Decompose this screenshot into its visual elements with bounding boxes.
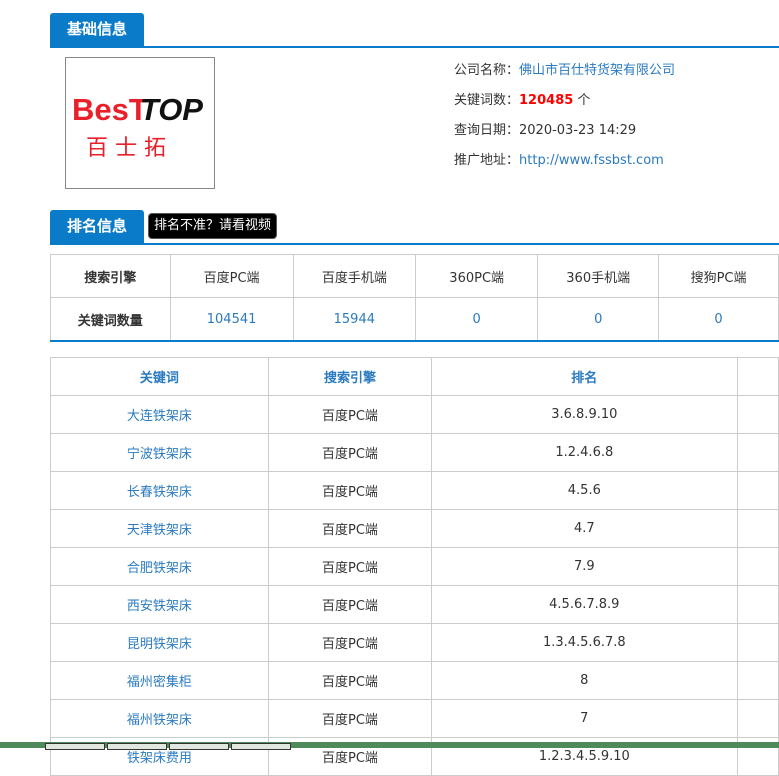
engine-cell: 百度PC端 [267, 585, 433, 624]
engine-name: 百度手机端 [292, 254, 416, 298]
table-row: 宁波铁架床 百度PC端 1.2.4.6.8 [50, 433, 779, 472]
company-name[interactable]: 佛山市百仕特货架有限公司 [519, 63, 675, 78]
date-row: 查询日期：2020-03-23 14:29 [454, 119, 636, 138]
engine-cell: 百度PC端 [267, 395, 433, 434]
engine-cell: 百度PC端 [267, 699, 433, 738]
col-keyword: 关键词 [50, 357, 269, 396]
engine-cell: 百度PC端 [267, 547, 433, 586]
count-row: 关键词数量 104541 15944 0 0 0 [50, 297, 779, 342]
extra-cell [736, 585, 779, 624]
kw-count: 120485 [519, 93, 574, 108]
table-row: 长春铁架床 百度PC端 4.5.6 [50, 471, 779, 510]
basic-info-header: 基础信息 [50, 13, 779, 48]
promo-url-link[interactable]: http://www.fssbst.com [519, 153, 664, 168]
engine-label: 搜索引擎 [50, 254, 171, 298]
ranking-tab: 排名信息 [50, 210, 144, 243]
rank-cell: 1.2.4.6.8 [431, 433, 738, 472]
rank-cell: 8 [431, 661, 738, 700]
kw-unit: 个 [573, 93, 591, 108]
video-help-button[interactable]: 排名不准？请看视频 [148, 213, 278, 239]
table-row: 昆明铁架床 百度PC端 1.3.4.5.6.7.8 [50, 623, 779, 662]
extra-cell [736, 471, 779, 510]
taskbar-tab[interactable] [169, 743, 229, 750]
logo-text-red: BesT [72, 92, 148, 127]
engine-count[interactable]: 15944 [292, 297, 416, 342]
rank-cell: 4.5.6.7.8.9 [431, 585, 738, 624]
engine-count[interactable]: 0 [537, 297, 660, 342]
keyword-cell[interactable]: 福州密集柜 [50, 661, 269, 700]
keyword-cell[interactable]: 昆明铁架床 [50, 623, 269, 662]
logo-text-black: TOP [139, 92, 203, 127]
col-extra [736, 357, 779, 396]
keyword-cell[interactable]: 宁波铁架床 [50, 433, 269, 472]
rank-cell: 7.9 [431, 547, 738, 586]
rank-cell: 3.6.8.9.10 [431, 395, 738, 434]
basic-info-tab: 基础信息 [50, 13, 144, 46]
keyword-cell[interactable]: 长春铁架床 [50, 471, 269, 510]
table-row: 大连铁架床 百度PC端 3.6.8.9.10 [50, 395, 779, 434]
table-row: 西安铁架床 百度PC端 4.5.6.7.8.9 [50, 585, 779, 624]
engine-name: 360手机端 [537, 254, 660, 298]
keyword-ranking-table: 关键词 搜索引擎 排名 大连铁架床 百度PC端 3.6.8.9.10 宁波铁架床 百度P… [50, 357, 779, 776]
rank-cell: 1.3.4.5.6.7.8 [431, 623, 738, 662]
company-row: 公司名称：佛山市百仕特货架有限公司 [454, 59, 675, 78]
rank-cell: 7 [431, 699, 738, 738]
company-label: 公司名称： [454, 63, 520, 78]
taskbar [0, 742, 779, 750]
engine-count[interactable]: 0 [658, 297, 779, 342]
extra-cell [736, 509, 779, 548]
kw-label: 关键词数： [454, 93, 520, 108]
date-label: 查询日期： [454, 123, 520, 138]
logo-text-cn: 百 士 拓 [86, 136, 166, 161]
table-row: 合肥铁架床 百度PC端 7.9 [50, 547, 779, 586]
taskbar-tab[interactable] [107, 743, 167, 750]
keyword-cell[interactable]: 天津铁架床 [50, 509, 269, 548]
keyword-cell[interactable]: 大连铁架床 [50, 395, 269, 434]
engine-cell: 百度PC端 [267, 509, 433, 548]
url-label: 推广地址： [454, 153, 520, 168]
url-row: 推广地址：http://www.fssbst.com [454, 149, 664, 168]
count-label: 关键词数量 [50, 297, 171, 342]
engine-row: 搜索引擎 百度PC端 百度手机端 360PC端 360手机端 搜狗PC端 [50, 254, 779, 298]
keyword-cell[interactable]: 合肥铁架床 [50, 547, 269, 586]
engine-cell: 百度PC端 [267, 433, 433, 472]
engine-cell: 百度PC端 [267, 471, 433, 510]
extra-cell [736, 623, 779, 662]
engine-name: 百度PC端 [169, 254, 294, 298]
engine-count[interactable]: 104541 [169, 297, 294, 342]
query-date: 2020-03-23 14:29 [519, 123, 637, 138]
extra-cell [736, 547, 779, 586]
engine-name: 360PC端 [414, 254, 539, 298]
keyword-count-row: 关键词数：120485 个 [454, 89, 590, 108]
col-rank: 排名 [431, 357, 738, 396]
engine-count[interactable]: 0 [414, 297, 539, 342]
table-row: 天津铁架床 百度PC端 4.7 [50, 509, 779, 548]
engine-cell: 百度PC端 [267, 623, 433, 662]
ranking-header: 排名信息 排名不准？请看视频 [50, 210, 779, 245]
rank-cell: 4.5.6 [431, 471, 738, 510]
extra-cell [736, 433, 779, 472]
keyword-cell[interactable]: 福州铁架床 [50, 699, 269, 738]
taskbar-tab[interactable] [231, 743, 291, 750]
extra-cell [736, 699, 779, 738]
engine-cell: 百度PC端 [267, 661, 433, 700]
company-logo: BesTTOP 百 士 拓 [65, 57, 215, 189]
engine-summary-table: 搜索引擎 百度PC端 百度手机端 360PC端 360手机端 搜狗PC端 关键词… [50, 254, 779, 342]
extra-cell [736, 395, 779, 434]
table-header: 关键词 搜索引擎 排名 [50, 357, 779, 396]
table-row: 福州密集柜 百度PC端 8 [50, 661, 779, 700]
keyword-cell[interactable]: 西安铁架床 [50, 585, 269, 624]
taskbar-tab[interactable] [45, 743, 105, 750]
extra-cell [736, 661, 779, 700]
rank-cell: 4.7 [431, 509, 738, 548]
engine-name: 搜狗PC端 [658, 254, 779, 298]
table-row: 福州铁架床 百度PC端 7 [50, 699, 779, 738]
col-engine: 搜索引擎 [267, 357, 433, 396]
